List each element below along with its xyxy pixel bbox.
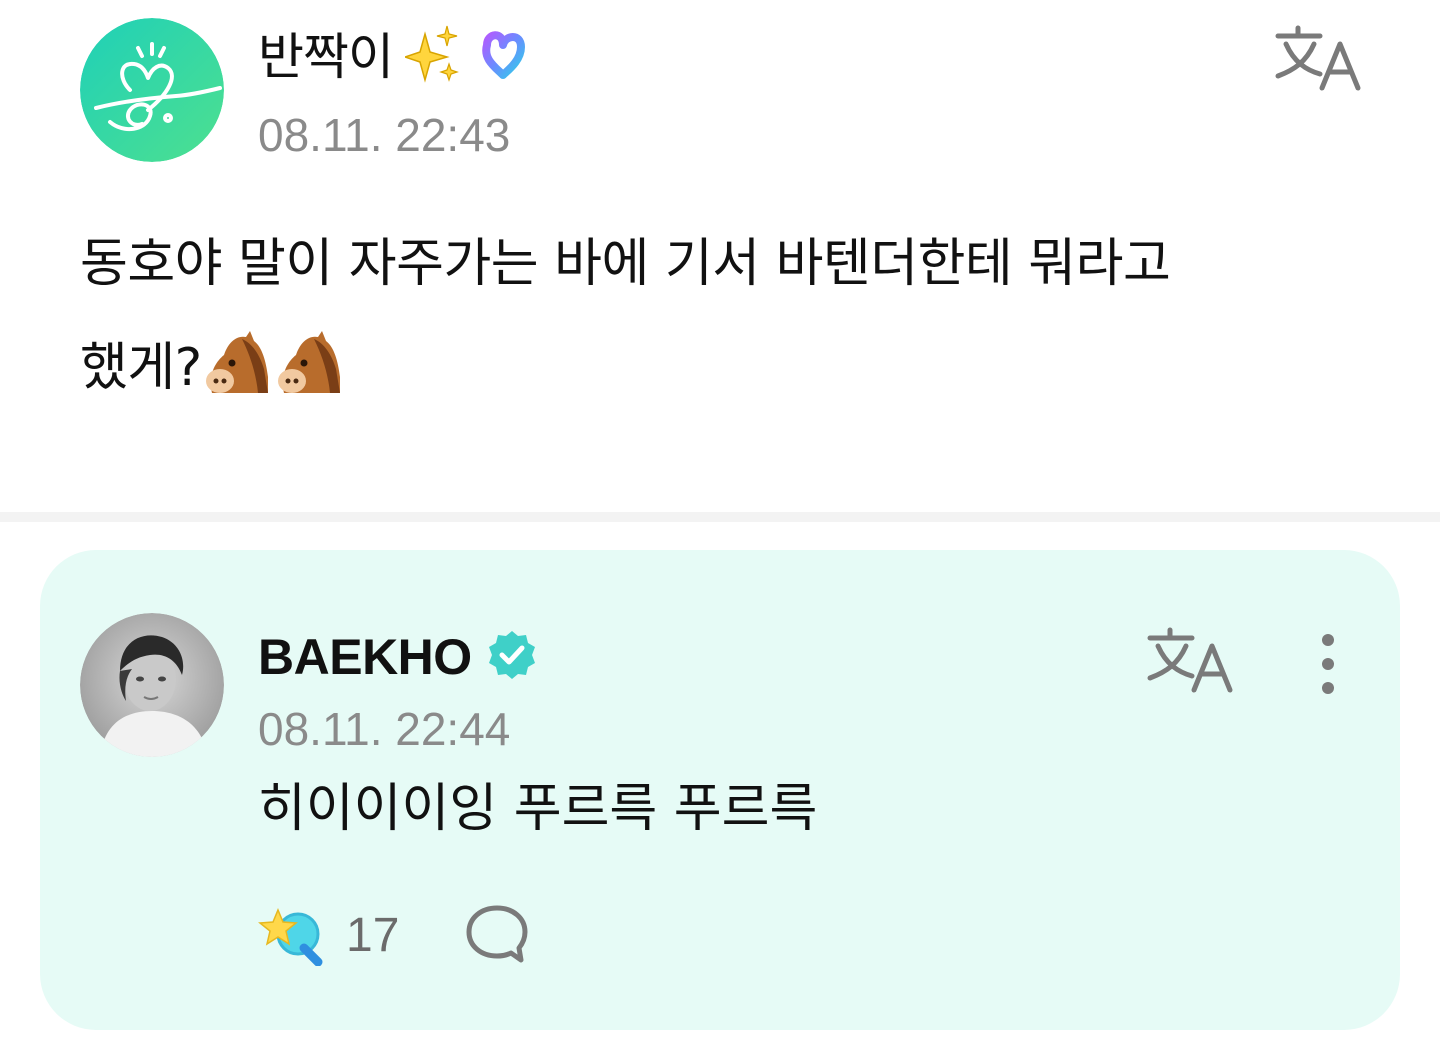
like-button[interactable] xyxy=(258,904,326,966)
post-timestamp: 08.11. 22:43 xyxy=(258,109,511,161)
more-vertical-icon xyxy=(1322,634,1334,694)
horse-face-icon xyxy=(202,329,272,399)
more-options-button[interactable] xyxy=(1306,630,1350,700)
fan-avatar[interactable] xyxy=(80,18,224,162)
like-count: 17 xyxy=(346,908,400,962)
post-body: 동호야 말이 자주가는 바에 기서 바텐더한테 뭐라고 했게? xyxy=(80,212,1360,420)
post-translate-button[interactable] xyxy=(1274,24,1364,94)
artist-avatar[interactable] xyxy=(80,613,224,757)
verified-check-icon xyxy=(486,629,538,685)
comment-button[interactable] xyxy=(465,904,529,966)
fan-post: 반짝이 08.11. 22:43 동호야 말이 자주가는 바에 기서 바텐더한테… xyxy=(0,0,1440,512)
reply-translate-button[interactable] xyxy=(1146,626,1236,696)
reply-timestamp: 08.11. 22:44 xyxy=(258,703,511,755)
translate-icon xyxy=(1147,627,1233,693)
section-divider xyxy=(0,512,1440,522)
post-body-line1: 동호야 말이 자주가는 바에 기서 바텐더한테 뭐라고 xyxy=(80,234,1171,294)
membership-heart-icon xyxy=(473,27,533,87)
artist-reply-card: BAEKHO 08.11. 22:44 히이이이잉 푸르륵 푸르륵 17 xyxy=(40,550,1400,1030)
translate-icon xyxy=(1275,25,1361,91)
horse-face-icon xyxy=(274,329,344,399)
reaction-row: 17 xyxy=(258,900,529,970)
sparkles-icon xyxy=(402,24,461,90)
author-line: 반짝이 xyxy=(258,22,533,92)
comment-bubble-icon xyxy=(466,905,528,963)
post-body-line2: 했게? xyxy=(80,338,202,398)
artist-author-line: BAEKHO xyxy=(258,622,538,692)
like-star-icon xyxy=(258,908,323,966)
author-name[interactable]: 반짝이 xyxy=(258,32,394,82)
artist-name[interactable]: BAEKHO xyxy=(258,632,472,682)
reply-text: 히이이이잉 푸르륵 푸르륵 xyxy=(258,779,818,839)
